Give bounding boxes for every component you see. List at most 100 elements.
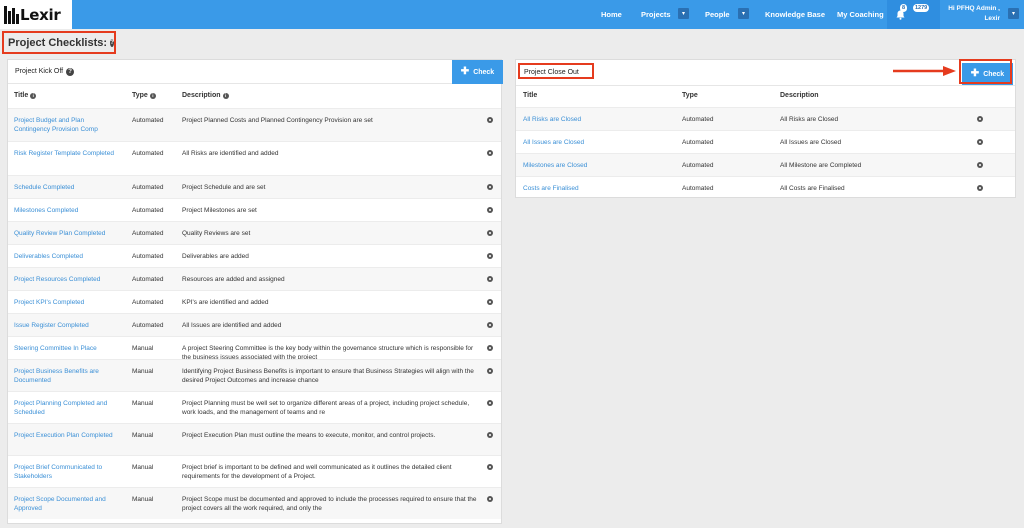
row-settings-gear-icon[interactable] xyxy=(487,253,493,259)
row-title-link[interactable]: Project Scope Documented and Approved xyxy=(14,495,118,513)
row-description: Project Scope must be documented and app… xyxy=(182,496,477,512)
row-type: Automated xyxy=(682,162,714,169)
page-title-text: Project Checklists: xyxy=(8,36,108,49)
row-description: All Risks are identified and added xyxy=(182,150,279,157)
row-type: Manual xyxy=(132,345,154,352)
nav-home[interactable]: Home xyxy=(601,0,622,29)
row-description: KPI's are identified and added xyxy=(182,299,269,306)
row-type: Automated xyxy=(682,116,714,123)
row-title-link[interactable]: Project Planning Completed and Scheduled xyxy=(14,399,118,417)
table-row: Schedule Completed Automated Project Sched… xyxy=(8,175,501,198)
row-title-link[interactable]: Quality Review Plan Completed xyxy=(14,229,118,238)
info-icon: i xyxy=(222,92,229,99)
user-menu-dropdown-toggle[interactable]: ▾ xyxy=(1008,8,1019,19)
table-row: All Issues are Closed Automated All Issues… xyxy=(516,130,1015,153)
projects-dropdown-toggle[interactable]: ▾ xyxy=(678,8,689,19)
row-settings-gear-icon[interactable] xyxy=(487,117,493,123)
nav-knowledge-base[interactable]: Knowledge Base xyxy=(765,0,825,29)
nav-my-coaching[interactable]: My Coaching xyxy=(837,0,884,29)
column-header-title[interactable]: Title i xyxy=(14,92,37,99)
row-title-link[interactable]: Issue Register Completed xyxy=(14,321,118,330)
row-settings-gear-icon[interactable] xyxy=(487,345,493,351)
row-description: All Issues are identified and added xyxy=(182,322,282,329)
row-title-link[interactable]: Project Resources Completed xyxy=(14,275,118,284)
column-header-description[interactable]: Description xyxy=(780,92,819,99)
column-header-type[interactable]: Type xyxy=(682,92,698,99)
nav-people[interactable]: People xyxy=(705,0,730,29)
row-settings-gear-icon[interactable] xyxy=(487,150,493,156)
row-type: Automated xyxy=(132,150,164,157)
row-type: Manual xyxy=(132,432,154,439)
row-settings-gear-icon[interactable] xyxy=(487,230,493,236)
row-title-link[interactable]: All Issues are Closed xyxy=(523,138,673,147)
row-settings-gear-icon[interactable] xyxy=(487,276,493,282)
table-row: Issue Register Completed Automated All Iss… xyxy=(8,313,501,336)
column-header-description[interactable]: Description i xyxy=(182,92,229,99)
annotation-arrow-icon xyxy=(893,66,956,76)
row-title-link[interactable]: All Risks are Closed xyxy=(523,115,673,124)
row-settings-gear-icon[interactable] xyxy=(487,464,493,470)
row-title-link[interactable]: Deliverables Completed xyxy=(14,252,118,261)
row-settings-gear-icon[interactable] xyxy=(977,185,983,191)
row-title-link[interactable]: Risk Register Template Completed xyxy=(14,149,118,158)
table-row: Project Budget and Plan Contingency Prov… xyxy=(8,108,501,141)
row-settings-gear-icon[interactable] xyxy=(487,432,493,438)
table-row: All Risks are Closed Automated All Risks a… xyxy=(516,107,1015,130)
row-title-link[interactable]: Project KPI's Completed xyxy=(14,298,118,307)
row-type: Automated xyxy=(132,299,164,306)
table-row: Quality Review Plan Completed Automated Qu… xyxy=(8,221,501,244)
row-settings-gear-icon[interactable] xyxy=(487,322,493,328)
row-description: Project Execution Plan must outline the … xyxy=(182,432,436,439)
row-description: All Issues are Closed xyxy=(780,139,842,146)
row-title-link[interactable]: Schedule Completed xyxy=(14,183,118,192)
page-title: Project Checklists: ? xyxy=(2,31,116,54)
row-title-link[interactable]: Milestones Completed xyxy=(14,206,118,215)
row-title-link[interactable]: Milestones are Closed xyxy=(523,161,673,170)
row-type: Automated xyxy=(132,230,164,237)
table-row: Steering Committee In Place Manual A proje… xyxy=(8,336,501,361)
kick-off-help-icon[interactable]: ? xyxy=(66,67,75,76)
lexir-logo[interactable]: Lexir xyxy=(0,0,72,29)
row-settings-gear-icon[interactable] xyxy=(977,116,983,122)
row-settings-gear-icon[interactable] xyxy=(977,139,983,145)
row-description: Resources are added and assigned xyxy=(182,276,285,283)
kick-off-title: Project Kick Off xyxy=(15,68,64,75)
table-row: Project Scope Documented and Approved Man… xyxy=(8,487,501,519)
page-help-icon[interactable]: ? xyxy=(110,38,114,47)
user-greeting: Hi PFHQ Admin , xyxy=(948,5,1000,12)
table-row: Project Resources Completed Automated Reso… xyxy=(8,267,501,290)
user-menu[interactable]: Hi PFHQ Admin , Lexir xyxy=(944,4,1000,24)
info-icon: i xyxy=(149,92,156,99)
plus-icon: ✚ xyxy=(460,66,470,77)
column-header-type[interactable]: Type i xyxy=(132,92,156,99)
row-description: Quality Reviews are set xyxy=(182,230,251,237)
row-description: Deliverables are added xyxy=(182,253,249,260)
info-icon: i xyxy=(30,92,37,99)
table-row: Project Planning Completed and Scheduled… xyxy=(8,391,501,423)
row-title-link[interactable]: Project Execution Plan Completed xyxy=(14,431,118,440)
kick-off-check-button[interactable]: ✚ Check xyxy=(452,60,503,84)
table-row: Milestones are Closed Automated All Milest… xyxy=(516,153,1015,176)
row-type: Automated xyxy=(132,117,164,124)
row-settings-gear-icon[interactable] xyxy=(487,184,493,190)
row-settings-gear-icon[interactable] xyxy=(977,162,983,168)
row-title-link[interactable]: Steering Committee In Place xyxy=(14,344,118,353)
top-navigation-bar: Lexir Home Projects ▾ People ▾ Knowledge… xyxy=(0,0,1024,29)
row-description: Project Planned Costs and Planned Contin… xyxy=(182,117,373,124)
nav-projects[interactable]: Projects xyxy=(641,0,671,29)
row-settings-gear-icon[interactable] xyxy=(487,207,493,213)
row-title-link[interactable]: Project Business Benefits are Documented xyxy=(14,367,118,385)
table-row: Project Execution Plan Completed Manual Pr… xyxy=(8,423,501,455)
row-title-link[interactable]: Project Brief Communicated to Stakeholde… xyxy=(14,463,118,481)
people-dropdown-toggle[interactable]: ▾ xyxy=(738,8,749,19)
logo-text: Lexir xyxy=(20,5,61,24)
row-settings-gear-icon[interactable] xyxy=(487,368,493,374)
table-row: Risk Register Template Completed Automate… xyxy=(8,141,501,175)
row-description: Project Milestones are set xyxy=(182,207,257,214)
column-header-title[interactable]: Title xyxy=(523,92,537,99)
row-title-link[interactable]: Costs are Finalised xyxy=(523,184,673,193)
row-settings-gear-icon[interactable] xyxy=(487,496,493,502)
row-title-link[interactable]: Project Budget and Plan Contingency Prov… xyxy=(14,116,118,134)
row-settings-gear-icon[interactable] xyxy=(487,299,493,305)
row-settings-gear-icon[interactable] xyxy=(487,400,493,406)
